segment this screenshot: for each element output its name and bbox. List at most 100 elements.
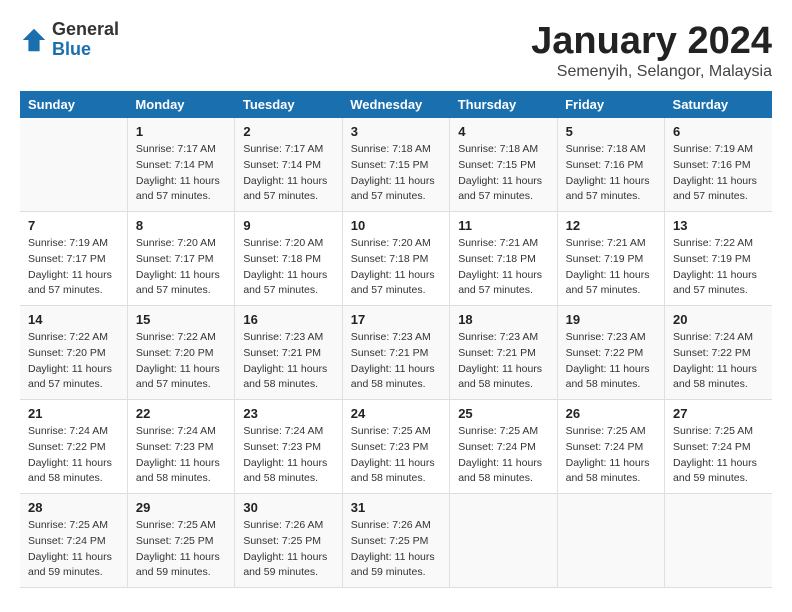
day-info: Sunrise: 7:26 AMSunset: 7:25 PMDaylight:… xyxy=(243,518,333,581)
day-info: Sunrise: 7:22 AMSunset: 7:20 PMDaylight:… xyxy=(136,330,226,393)
weekday-header: Thursday xyxy=(450,91,557,118)
day-info: Sunrise: 7:25 AMSunset: 7:24 PMDaylight:… xyxy=(28,518,119,581)
calendar-cell: 22 Sunrise: 7:24 AMSunset: 7:23 PMDayligh… xyxy=(127,400,234,494)
day-number: 26 xyxy=(566,406,656,421)
logo-text: General Blue xyxy=(52,20,119,60)
day-info: Sunrise: 7:23 AMSunset: 7:21 PMDaylight:… xyxy=(243,330,333,393)
day-info: Sunrise: 7:24 AMSunset: 7:23 PMDaylight:… xyxy=(243,424,333,487)
day-number: 17 xyxy=(351,312,441,327)
calendar-cell: 9Sunrise: 7:20 AMSunset: 7:18 PMDaylight… xyxy=(235,212,342,306)
calendar-cell: 31Sunrise: 7:26 AMSunset: 7:25 PMDayligh… xyxy=(342,494,449,588)
calendar-week-row: 1 Sunrise: 7:17 AMSunset: 7:14 PMDaylight… xyxy=(20,118,772,212)
day-info: Sunrise: 7:18 AMSunset: 7:16 PMDaylight:… xyxy=(566,142,656,205)
day-number: 21 xyxy=(28,406,119,421)
day-number: 15 xyxy=(136,312,226,327)
day-info: Sunrise: 7:25 AMSunset: 7:24 PMDaylight:… xyxy=(566,424,656,487)
day-number: 7 xyxy=(28,218,119,233)
day-number: 28 xyxy=(28,500,119,515)
day-info: Sunrise: 7:23 AMSunset: 7:21 PMDaylight:… xyxy=(351,330,441,393)
weekday-header: Monday xyxy=(127,91,234,118)
day-info: Sunrise: 7:17 AMSunset: 7:14 PMDaylight:… xyxy=(136,142,226,205)
day-number: 1 xyxy=(136,124,226,139)
day-number: 27 xyxy=(673,406,764,421)
main-title: January 2024 xyxy=(531,20,772,63)
day-number: 29 xyxy=(136,500,226,515)
day-info: Sunrise: 7:24 AMSunset: 7:22 PMDaylight:… xyxy=(673,330,764,393)
calendar-cell xyxy=(557,494,664,588)
day-number: 25 xyxy=(458,406,548,421)
day-info: Sunrise: 7:25 AMSunset: 7:24 PMDaylight:… xyxy=(458,424,548,487)
day-number: 12 xyxy=(566,218,656,233)
day-number: 14 xyxy=(28,312,119,327)
calendar-week-row: 28 Sunrise: 7:25 AMSunset: 7:24 PMDayligh… xyxy=(20,494,772,588)
calendar-cell: 20 Sunrise: 7:24 AMSunset: 7:22 PMDayligh… xyxy=(665,306,772,400)
day-info: Sunrise: 7:25 AMSunset: 7:23 PMDaylight:… xyxy=(351,424,441,487)
logo-general: General xyxy=(52,20,119,40)
day-number: 22 xyxy=(136,406,226,421)
day-info: Sunrise: 7:18 AMSunset: 7:15 PMDaylight:… xyxy=(458,142,548,205)
day-number: 9 xyxy=(243,218,333,233)
day-info: Sunrise: 7:20 AMSunset: 7:17 PMDaylight:… xyxy=(136,236,226,299)
calendar-cell: 30 Sunrise: 7:26 AMSunset: 7:25 PMDayligh… xyxy=(235,494,342,588)
day-number: 2 xyxy=(243,124,333,139)
day-info: Sunrise: 7:26 AMSunset: 7:25 PMDaylight:… xyxy=(351,518,441,581)
logo-blue: Blue xyxy=(52,40,119,60)
calendar-cell: 2 Sunrise: 7:17 AMSunset: 7:14 PMDaylight… xyxy=(235,118,342,212)
calendar-cell xyxy=(665,494,772,588)
day-info: Sunrise: 7:24 AMSunset: 7:22 PMDaylight:… xyxy=(28,424,119,487)
title-section: January 2024 Semenyih, Selangor, Malaysi… xyxy=(531,20,772,81)
day-number: 4 xyxy=(458,124,548,139)
day-info: Sunrise: 7:25 AMSunset: 7:25 PMDaylight:… xyxy=(136,518,226,581)
day-info: Sunrise: 7:21 AMSunset: 7:19 PMDaylight:… xyxy=(566,236,656,299)
calendar-cell: 18 Sunrise: 7:23 AMSunset: 7:21 PMDayligh… xyxy=(450,306,557,400)
day-info: Sunrise: 7:18 AMSunset: 7:15 PMDaylight:… xyxy=(351,142,441,205)
weekday-header-row: SundayMondayTuesdayWednesdayThursdayFrid… xyxy=(20,91,772,118)
calendar-cell: 8 Sunrise: 7:20 AMSunset: 7:17 PMDaylight… xyxy=(127,212,234,306)
calendar-cell: 15 Sunrise: 7:22 AMSunset: 7:20 PMDayligh… xyxy=(127,306,234,400)
calendar-week-row: 7 Sunrise: 7:19 AMSunset: 7:17 PMDaylight… xyxy=(20,212,772,306)
day-number: 11 xyxy=(458,218,548,233)
calendar-cell: 6 Sunrise: 7:19 AMSunset: 7:16 PMDaylight… xyxy=(665,118,772,212)
calendar-cell: 29 Sunrise: 7:25 AMSunset: 7:25 PMDayligh… xyxy=(127,494,234,588)
day-info: Sunrise: 7:22 AMSunset: 7:20 PMDaylight:… xyxy=(28,330,119,393)
calendar-cell: 13Sunrise: 7:22 AMSunset: 7:19 PMDayligh… xyxy=(665,212,772,306)
day-info: Sunrise: 7:19 AMSunset: 7:16 PMDaylight:… xyxy=(673,142,764,205)
day-info: Sunrise: 7:23 AMSunset: 7:21 PMDaylight:… xyxy=(458,330,548,393)
calendar-cell: 19 Sunrise: 7:23 AMSunset: 7:22 PMDayligh… xyxy=(557,306,664,400)
day-number: 19 xyxy=(566,312,656,327)
calendar-cell: 10Sunrise: 7:20 AMSunset: 7:18 PMDayligh… xyxy=(342,212,449,306)
calendar-cell: 28 Sunrise: 7:25 AMSunset: 7:24 PMDayligh… xyxy=(20,494,127,588)
day-info: Sunrise: 7:21 AMSunset: 7:18 PMDaylight:… xyxy=(458,236,548,299)
day-number: 10 xyxy=(351,218,441,233)
weekday-header: Tuesday xyxy=(235,91,342,118)
day-info: Sunrise: 7:19 AMSunset: 7:17 PMDaylight:… xyxy=(28,236,119,299)
calendar-cell: 1 Sunrise: 7:17 AMSunset: 7:14 PMDaylight… xyxy=(127,118,234,212)
weekday-header: Saturday xyxy=(665,91,772,118)
day-info: Sunrise: 7:24 AMSunset: 7:23 PMDaylight:… xyxy=(136,424,226,487)
day-number: 24 xyxy=(351,406,441,421)
day-number: 23 xyxy=(243,406,333,421)
day-number: 8 xyxy=(136,218,226,233)
day-info: Sunrise: 7:23 AMSunset: 7:22 PMDaylight:… xyxy=(566,330,656,393)
calendar-cell xyxy=(20,118,127,212)
day-number: 3 xyxy=(351,124,441,139)
calendar-cell: 27 Sunrise: 7:25 AMSunset: 7:24 PMDayligh… xyxy=(665,400,772,494)
day-info: Sunrise: 7:25 AMSunset: 7:24 PMDaylight:… xyxy=(673,424,764,487)
calendar-cell: 4 Sunrise: 7:18 AMSunset: 7:15 PMDaylight… xyxy=(450,118,557,212)
day-number: 16 xyxy=(243,312,333,327)
day-info: Sunrise: 7:17 AMSunset: 7:14 PMDaylight:… xyxy=(243,142,333,205)
calendar-week-row: 21 Sunrise: 7:24 AMSunset: 7:22 PMDayligh… xyxy=(20,400,772,494)
day-number: 6 xyxy=(673,124,764,139)
weekday-header: Wednesday xyxy=(342,91,449,118)
day-number: 30 xyxy=(243,500,333,515)
calendar-cell: 24 Sunrise: 7:25 AMSunset: 7:23 PMDayligh… xyxy=(342,400,449,494)
day-number: 18 xyxy=(458,312,548,327)
calendar-cell: 5Sunrise: 7:18 AMSunset: 7:16 PMDaylight… xyxy=(557,118,664,212)
weekday-header: Sunday xyxy=(20,91,127,118)
calendar-cell xyxy=(450,494,557,588)
day-number: 20 xyxy=(673,312,764,327)
logo-icon xyxy=(20,26,48,54)
calendar-cell: 21 Sunrise: 7:24 AMSunset: 7:22 PMDayligh… xyxy=(20,400,127,494)
calendar-cell: 16 Sunrise: 7:23 AMSunset: 7:21 PMDayligh… xyxy=(235,306,342,400)
calendar-cell: 25 Sunrise: 7:25 AMSunset: 7:24 PMDayligh… xyxy=(450,400,557,494)
